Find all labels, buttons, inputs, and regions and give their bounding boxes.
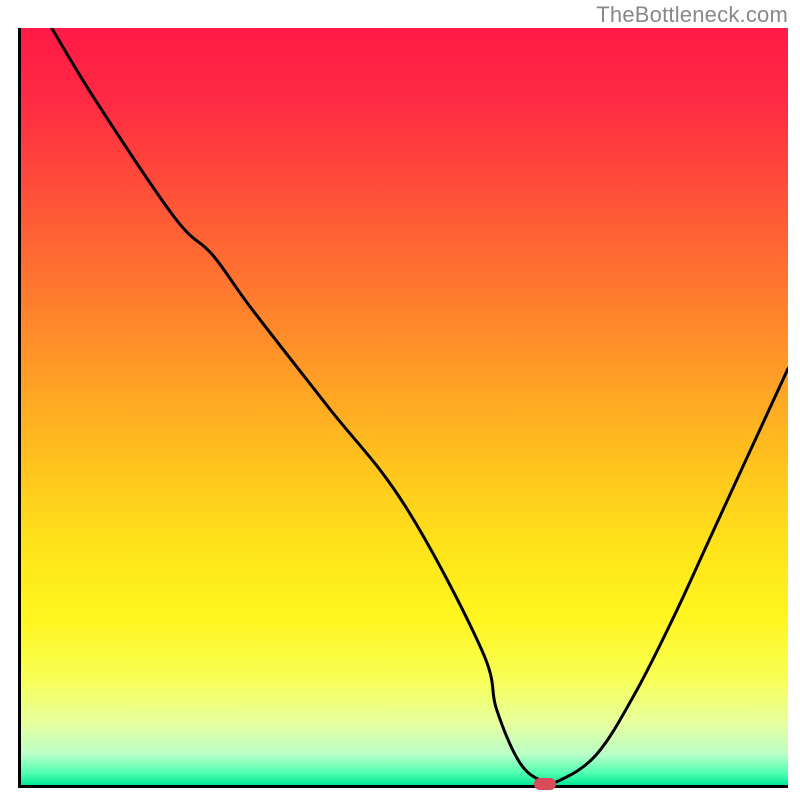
optimal-marker bbox=[534, 778, 556, 790]
plot-area bbox=[18, 28, 788, 788]
curve-layer bbox=[21, 28, 788, 785]
watermark-text: TheBottleneck.com bbox=[596, 2, 788, 28]
bottleneck-curve bbox=[52, 28, 788, 784]
